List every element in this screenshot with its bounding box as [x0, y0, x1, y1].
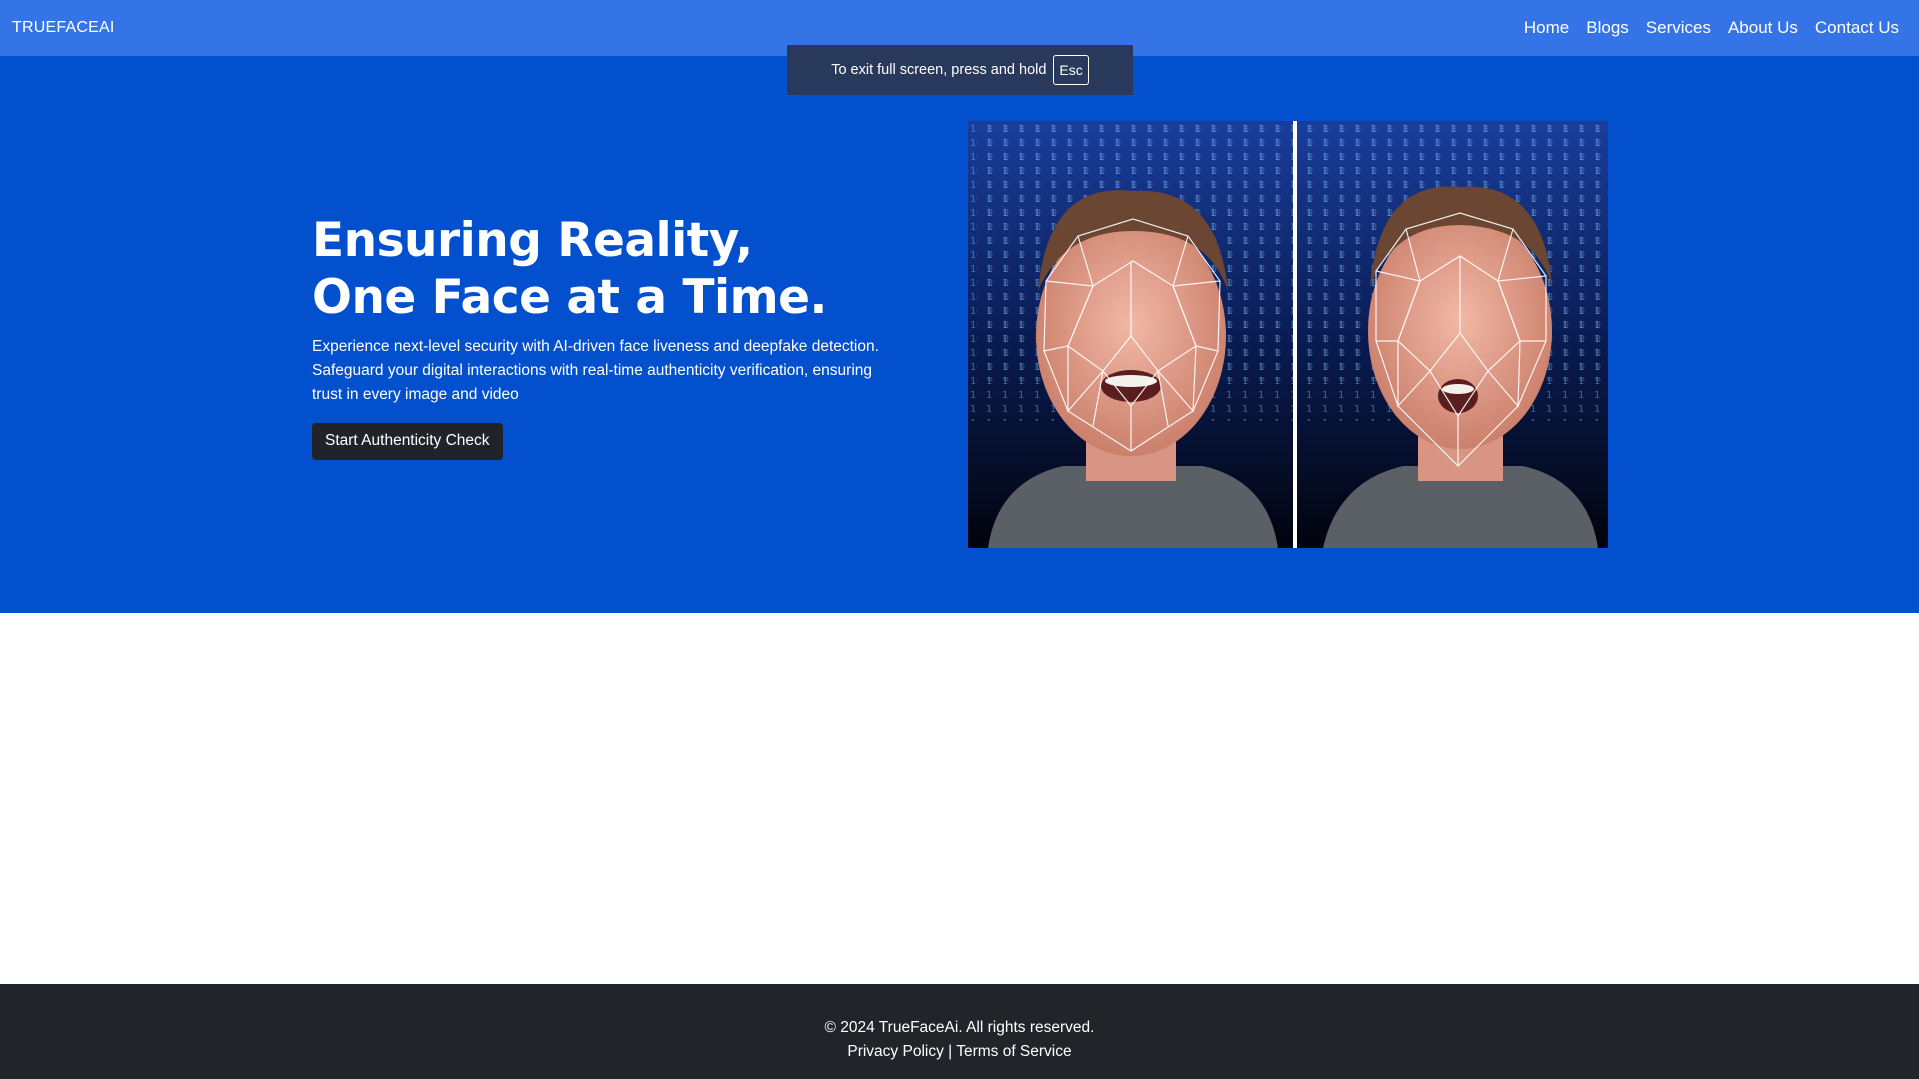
start-authenticity-check-button[interactable]: Start Authenticity Check [312, 423, 503, 460]
esc-key-badge: Esc [1053, 55, 1089, 85]
fullscreen-exit-notice: To exit full screen, press and hold Esc [787, 45, 1133, 95]
hero-title-line-2: One Face at a Time. [312, 270, 827, 325]
terms-of-service-link[interactable]: Terms of Service [956, 1043, 1071, 1060]
hero-section: Ensuring Reality, One Face at a Time. Ex… [0, 56, 1919, 613]
hero-description: Experience next-level security with AI-d… [312, 338, 879, 403]
nav-contact-us[interactable]: Contact Us [1815, 18, 1899, 38]
hero-title: Ensuring Reality, One Face at a Time. [312, 212, 912, 326]
nav-blogs[interactable]: Blogs [1586, 18, 1629, 38]
privacy-policy-link[interactable]: Privacy Policy [847, 1043, 943, 1060]
footer: © 2024 TrueFaceAi. All rights reserved. … [0, 984, 1919, 1079]
nav-about-us[interactable]: About Us [1728, 18, 1798, 38]
footer-copyright: © 2024 TrueFaceAi. All rights reserved. [824, 1019, 1095, 1036]
footer-links: Privacy Policy | Terms of Service [0, 1043, 1919, 1061]
nav-services[interactable]: Services [1646, 18, 1711, 38]
hero-title-line-1: Ensuring Reality, [312, 213, 753, 268]
fullscreen-notice-text: To exit full screen, press and hold [831, 62, 1047, 78]
hero-text: Ensuring Reality, One Face at a Time. Ex… [312, 212, 912, 460]
hero-image: 1 0 [968, 121, 1608, 548]
footer-separator: | [948, 1043, 953, 1060]
brand-logo[interactable]: TRUEFACEAI [12, 19, 114, 37]
nav-links: Home Blogs Services About Us Contact Us [1524, 18, 1899, 38]
nav-home[interactable]: Home [1524, 18, 1569, 38]
